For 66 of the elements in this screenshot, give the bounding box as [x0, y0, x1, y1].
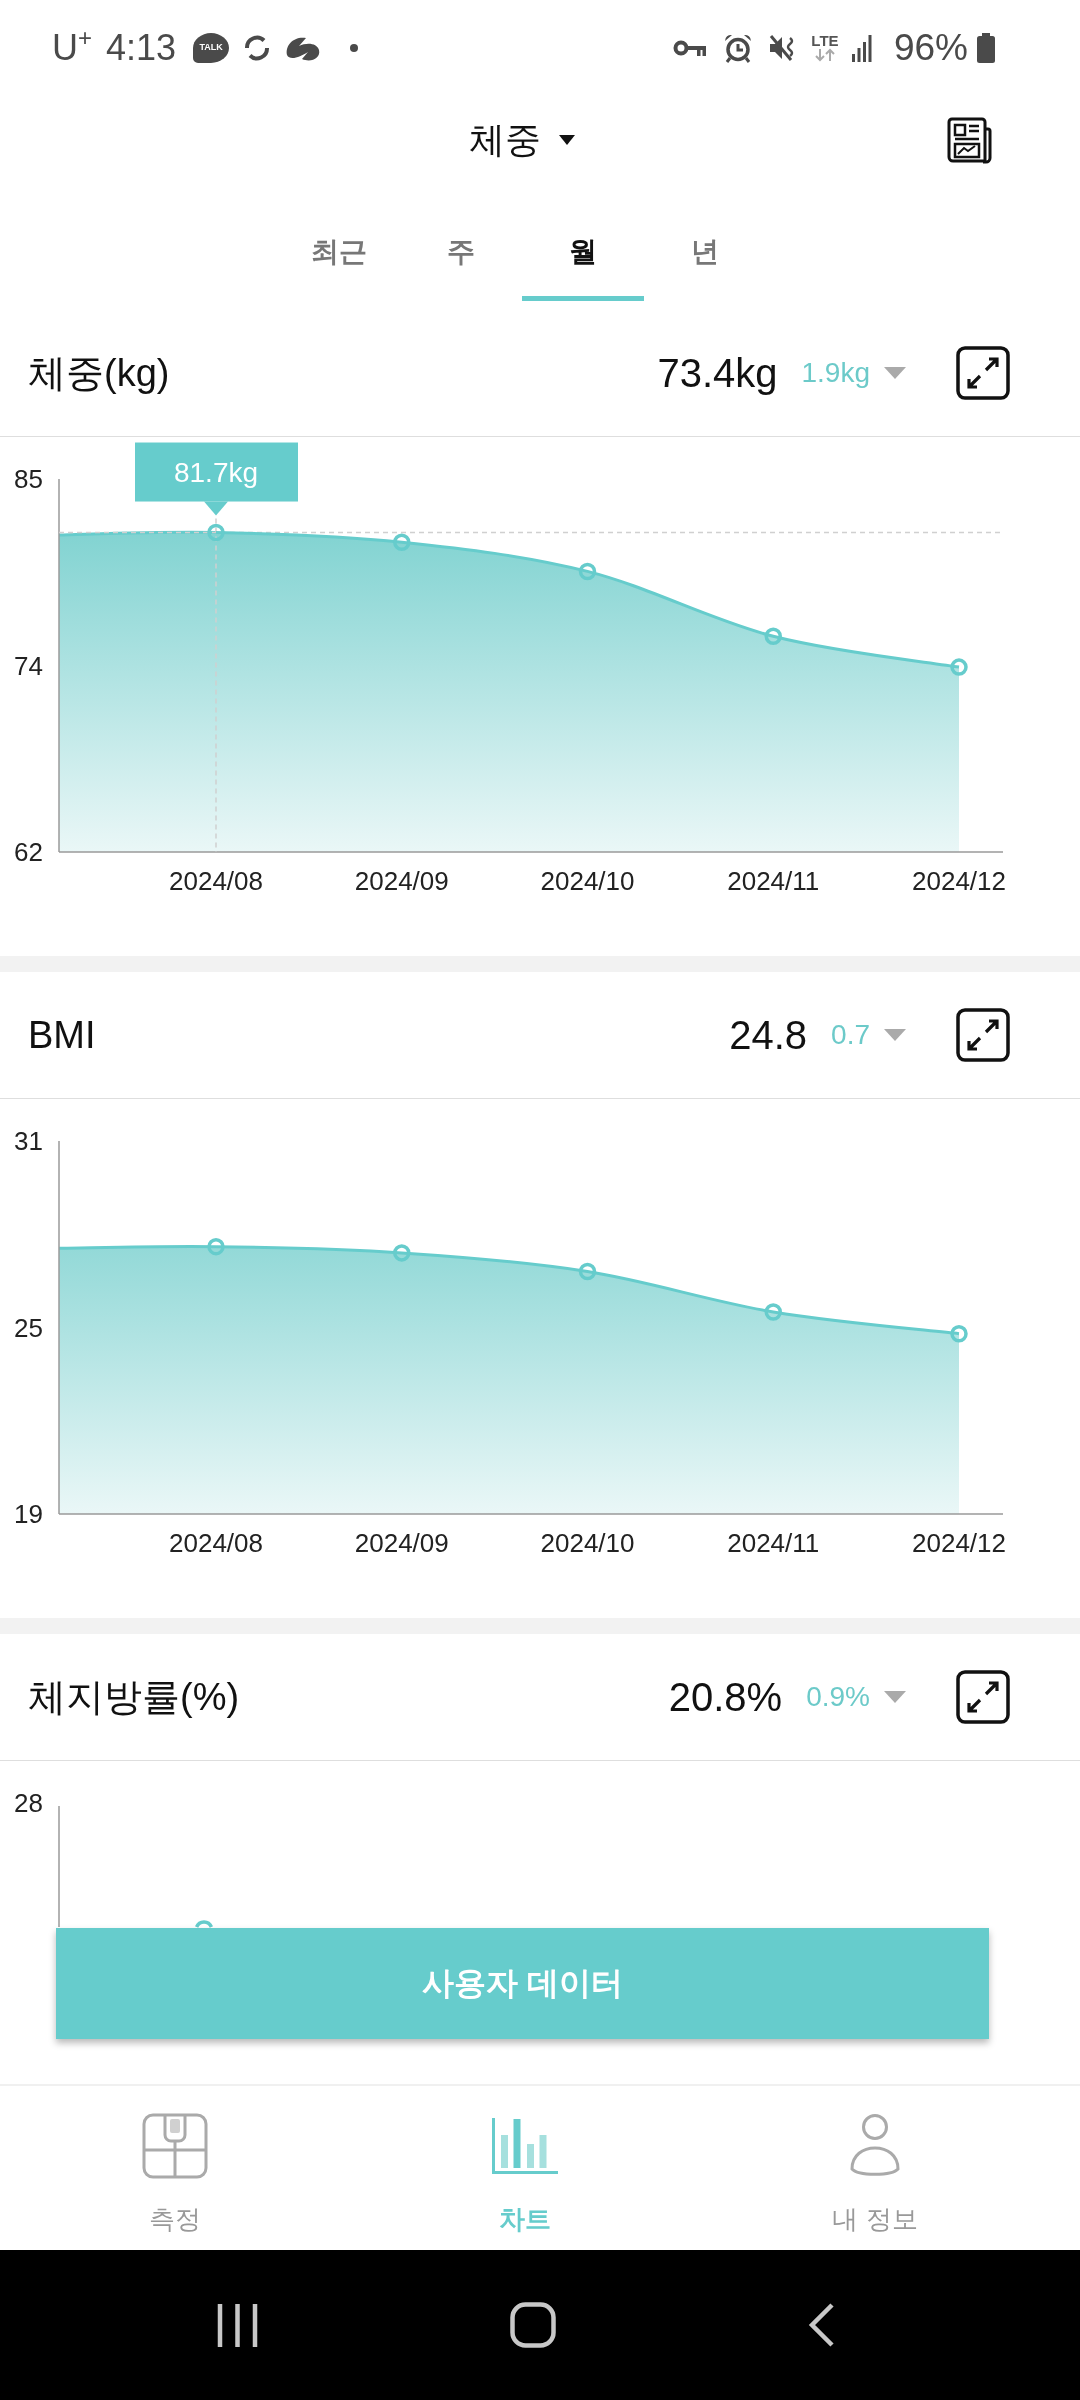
battery-icon [976, 32, 996, 63]
chat-bubble-icon: TALK [193, 32, 230, 63]
carrier-label: U$^{+}$ [52, 29, 92, 66]
time-label: 4:13 [106, 29, 177, 66]
x-axis-label: 2024/09 [354, 866, 449, 896]
annotation: 81.7kg [173, 457, 259, 489]
network-type-label: LTE [811, 33, 839, 48]
current-value: 20.8% [668, 1674, 783, 1720]
expand-icon[interactable] [956, 1670, 1010, 1724]
y-axis-label: 28 [14, 1788, 43, 1818]
x-axis-label: 2024/11 [727, 1528, 820, 1558]
expand-icon[interactable] [956, 346, 1010, 400]
x-axis-label: 2024/10 [540, 1528, 635, 1558]
data-point [764, 627, 782, 646]
y-axis-label: 31 [14, 1126, 43, 1156]
data-point [393, 533, 411, 551]
period-tab[interactable]: 최근 [278, 185, 400, 301]
data-point [194, 1920, 214, 1929]
data-point [578, 562, 597, 581]
metric-dropdown[interactable]: 체중 [469, 115, 575, 165]
x-axis-label: 2024/11 [727, 866, 820, 896]
battery-percent: 96% [893, 29, 968, 66]
bar-chart-icon [492, 2118, 558, 2174]
current-value: 24.8 [729, 1012, 808, 1058]
value-tooltip: 81.7kg [135, 442, 298, 516]
current-value: 73.4kg [657, 350, 778, 396]
card-title: 체중(kg) [28, 350, 171, 396]
y-axis-label: 19 [14, 1499, 43, 1529]
x-axis-label: 2024/08 [169, 1528, 263, 1558]
card-title: BMI [28, 1013, 97, 1057]
alarm-clock-icon [722, 32, 753, 63]
caret-icon [559, 135, 575, 145]
y-axis-label: 62 [14, 837, 43, 867]
change-value: 0.9% [806, 1681, 870, 1713]
person-icon [848, 2113, 902, 2179]
dot-icon [350, 43, 359, 52]
signal-icon [851, 33, 872, 62]
x-axis-label: 2024/12 [912, 1528, 1006, 1558]
recents-icon[interactable] [217, 2303, 258, 2347]
data-point [764, 1303, 782, 1321]
data-point [393, 1244, 411, 1262]
home-icon[interactable] [510, 2302, 556, 2348]
change-value: 0.7 [831, 1019, 870, 1051]
x-axis-label: 2024/12 [912, 866, 1006, 896]
x-axis-label: 2024/08 [169, 866, 263, 896]
period-tab[interactable]: 주 [400, 185, 522, 301]
period-tab[interactable]: 월 [522, 185, 644, 301]
period-tab[interactable]: 년 [644, 185, 766, 301]
scale-icon [142, 2113, 208, 2179]
data-point [950, 658, 968, 676]
card-title: 체지방률(%) [28, 1674, 241, 1720]
nav-tab[interactable]: 내 정보 [700, 2086, 1050, 2250]
report-icon[interactable] [946, 116, 993, 164]
x-axis-label: 2024/10 [540, 866, 635, 896]
data-point [950, 1324, 968, 1343]
data-point [207, 1237, 225, 1256]
y-axis-label: 85 [14, 464, 43, 494]
expand-icon[interactable] [956, 1008, 1010, 1062]
data-point [578, 1262, 597, 1281]
back-icon[interactable] [808, 2302, 835, 2348]
nav-tab[interactable]: 측정 [0, 2086, 350, 2250]
y-axis-label: 74 [14, 650, 43, 681]
y-axis-label: 25 [14, 1312, 43, 1343]
data-point [207, 523, 225, 542]
x-axis-label: 2024/09 [354, 1528, 449, 1558]
change-value: 1.9kg [801, 357, 870, 389]
